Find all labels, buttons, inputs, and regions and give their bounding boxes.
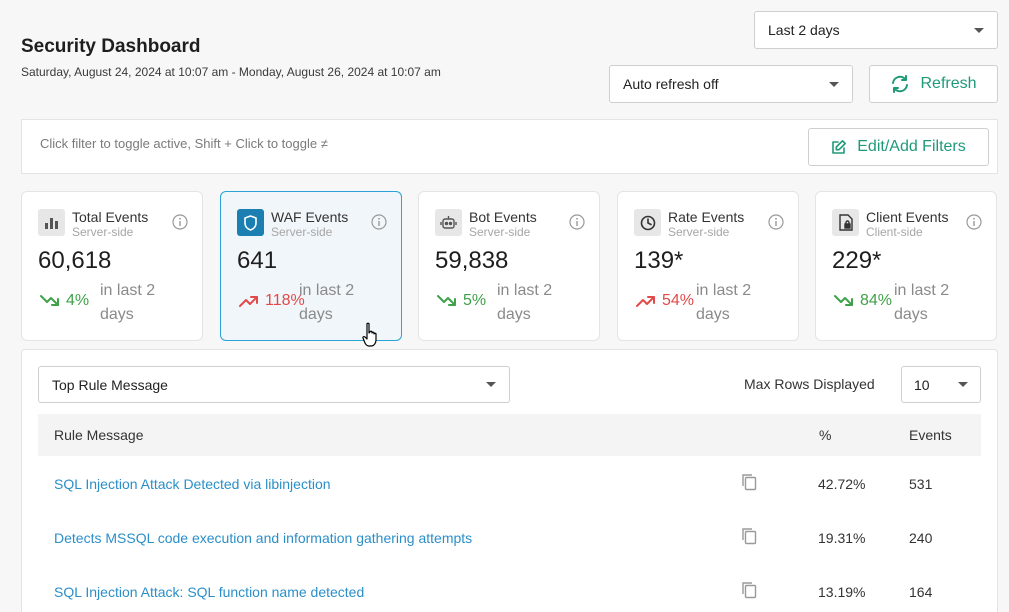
time-range-value: Last 2 days [768, 22, 840, 38]
card-period: in last 2 days [299, 282, 355, 323]
card-title: Bot Events [469, 209, 537, 225]
group-by-select[interactable]: Top Rule Message [38, 366, 510, 403]
card-percent-change: 84% [860, 292, 893, 309]
card-value: 641 [237, 247, 278, 274]
chevron-down-icon [958, 382, 968, 387]
table-row: SQL Injection Attack Detected via libinj… [38, 457, 981, 511]
card-subtitle: Server-side [469, 225, 531, 239]
auto-refresh-select[interactable]: Auto refresh off [609, 65, 853, 103]
trend-up-icon [636, 296, 655, 307]
card-subtitle: Client-side [866, 225, 923, 239]
copy-icon[interactable] [741, 473, 757, 491]
bar-chart-icon [38, 209, 65, 236]
card-title: WAF Events [271, 209, 349, 225]
card-client-events[interactable]: Client Events Client-side 229* 84% in la… [815, 191, 997, 341]
card-subtitle: Server-side [668, 225, 730, 239]
refresh-icon [892, 75, 909, 93]
trend-down-icon [834, 295, 853, 306]
info-icon[interactable] [371, 214, 387, 230]
card-title: Rate Events [668, 209, 745, 225]
cell-percent: 42.72% [818, 476, 866, 492]
card-rate-events[interactable]: Rate Events Server-side 139* 54% in last… [617, 191, 799, 341]
card-period: in last 2 days [497, 282, 553, 323]
column-header-events[interactable]: Events [909, 427, 952, 443]
max-rows-value: 10 [914, 376, 930, 393]
client-file-icon [832, 209, 859, 236]
card-period: in last 2 days [696, 282, 752, 323]
refresh-label: Refresh [920, 75, 977, 92]
card-percent-change: 54% [662, 292, 695, 309]
max-rows-label: Max Rows Displayed [744, 376, 875, 392]
card-percent-change: 5% [463, 292, 487, 309]
card-value: 139* [634, 247, 684, 274]
page-title: Security Dashboard [21, 36, 201, 57]
table-header: Rule Message % Events [38, 414, 981, 456]
trend-down-icon [40, 295, 59, 306]
card-percent-change: 4% [66, 292, 90, 309]
edit-filters-button[interactable]: Edit/Add Filters [808, 128, 989, 166]
time-range-select[interactable]: Last 2 days [754, 11, 998, 49]
cell-percent: 13.19% [818, 584, 866, 600]
card-value: 229* [832, 247, 882, 274]
info-icon[interactable] [768, 214, 784, 230]
cell-events: 240 [909, 530, 933, 546]
card-title: Client Events [866, 209, 949, 225]
info-icon[interactable] [172, 214, 188, 230]
hand-cursor-icon [362, 322, 377, 347]
card-period: in last 2 days [100, 282, 156, 323]
cell-percent: 19.31% [818, 530, 866, 546]
rule-message-link[interactable]: SQL Injection Attack: SQL function name … [54, 584, 364, 600]
edit-filters-label: Edit/Add Filters [857, 138, 966, 155]
card-bot-events[interactable]: Bot Events Server-side 59,838 5% in last… [418, 191, 600, 341]
card-waf-events[interactable]: WAF Events Server-side 641 118% in last … [220, 191, 402, 341]
trend-up-icon [239, 296, 258, 307]
info-icon[interactable] [966, 214, 982, 230]
group-by-value: Top Rule Message [52, 376, 168, 393]
cell-events: 164 [909, 584, 933, 600]
card-value: 59,838 [435, 247, 509, 274]
copy-icon[interactable] [741, 581, 757, 599]
chevron-down-icon [486, 382, 496, 387]
rule-message-link[interactable]: SQL Injection Attack Detected via libinj… [54, 476, 331, 492]
column-header-percent[interactable]: % [819, 427, 831, 443]
info-icon[interactable] [569, 214, 585, 230]
card-title: Total Events [72, 209, 149, 225]
card-total-events[interactable]: Total Events Server-side 60,618 4% in la… [21, 191, 203, 341]
shield-icon [237, 209, 264, 236]
chevron-down-icon [974, 27, 984, 33]
robot-icon [435, 209, 462, 236]
refresh-button[interactable]: Refresh [869, 65, 998, 103]
cell-events: 531 [909, 476, 933, 492]
table-row: SQL Injection Attack: SQL function name … [38, 565, 981, 612]
max-rows-select[interactable]: 10 [901, 366, 981, 403]
chevron-down-icon [829, 81, 839, 87]
trend-down-icon [437, 295, 456, 306]
edit-icon [832, 140, 847, 154]
clock-icon [634, 209, 661, 236]
auto-refresh-value: Auto refresh off [623, 76, 719, 92]
column-header-rule-message[interactable]: Rule Message [54, 427, 144, 443]
card-period: in last 2 days [894, 282, 950, 323]
filter-hint: Click filter to toggle active, Shift + C… [40, 136, 328, 151]
rule-message-link[interactable]: Detects MSSQL code execution and informa… [54, 530, 472, 546]
card-value: 60,618 [38, 247, 112, 274]
card-subtitle: Server-side [271, 225, 333, 239]
copy-icon[interactable] [741, 527, 757, 545]
date-range-text: Saturday, August 24, 2024 at 10:07 am - … [21, 65, 441, 79]
table-row: Detects MSSQL code execution and informa… [38, 511, 981, 565]
card-subtitle: Server-side [72, 225, 134, 239]
